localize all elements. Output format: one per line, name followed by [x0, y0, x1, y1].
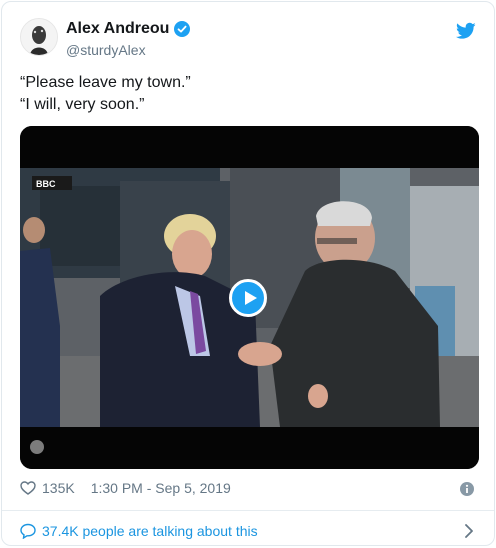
tweet-text-line: “Please leave my town.”: [20, 74, 191, 91]
author-name[interactable]: Alex Andreou: [66, 20, 169, 38]
chevron-right-icon[interactable]: [464, 524, 474, 538]
tweet-text-line: “I will, very soon.”: [20, 96, 145, 113]
conversation-link[interactable]: 37.4K people are talking about this: [20, 520, 476, 542]
verified-badge-icon: [174, 21, 191, 37]
heart-icon[interactable]: [20, 480, 36, 496]
like-count[interactable]: 135K: [42, 480, 75, 496]
author-name-row: Alex Andreou: [66, 20, 191, 38]
avatar-image: [21, 19, 57, 55]
author-handle[interactable]: @sturdyAlex: [66, 42, 146, 58]
video-player[interactable]: BBC: [20, 126, 479, 469]
tweet-card: Alex Andreou @sturdyAlex “Please leave m…: [1, 1, 495, 546]
twitter-bird-icon[interactable]: [456, 22, 476, 40]
video-progress-indicator[interactable]: [30, 440, 44, 454]
conversation-label[interactable]: 37.4K people are talking about this: [42, 523, 258, 539]
speech-bubble-icon: [20, 523, 36, 539]
tweet-text: “Please leave my town.” “I will, very so…: [20, 72, 460, 116]
play-button[interactable]: [229, 279, 267, 317]
avatar[interactable]: [20, 18, 58, 56]
info-icon[interactable]: [460, 482, 474, 496]
bbc-logo: BBC: [36, 179, 56, 189]
divider: [2, 510, 494, 511]
tweet-meta: 135K 1:30 PM - Sep 5, 2019: [20, 480, 231, 496]
timestamp[interactable]: 1:30 PM - Sep 5, 2019: [91, 480, 231, 496]
tweet-header: Alex Andreou @sturdyAlex: [20, 18, 476, 66]
